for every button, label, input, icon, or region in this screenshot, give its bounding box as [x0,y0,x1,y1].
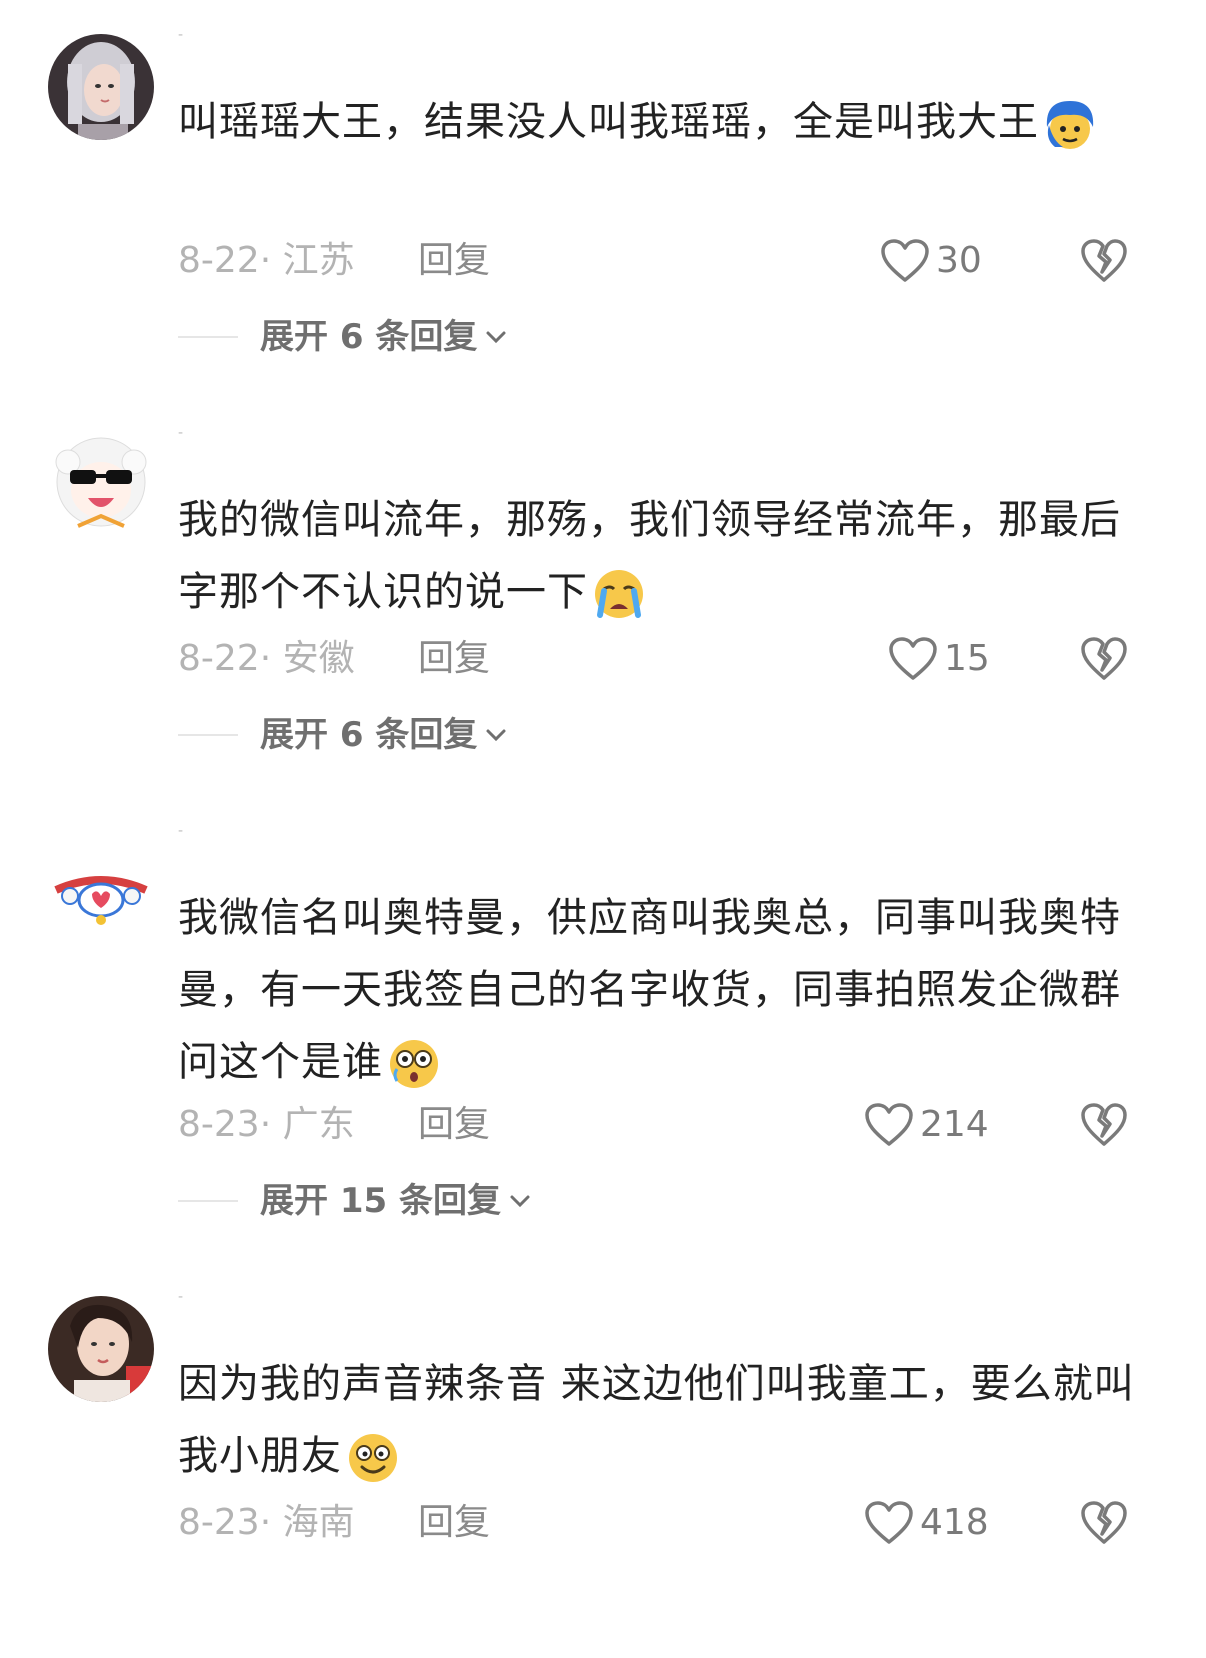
date-location: 8-22· 安徽 [178,638,355,679]
crying-face-icon [590,565,648,623]
chevron-down-icon [510,1195,530,1208]
divider [178,1200,238,1202]
like-count: 30 [936,240,982,281]
avatar[interactable] [48,432,154,538]
like-count: 214 [920,1104,989,1145]
reply-button[interactable]: 回复 [418,1100,490,1150]
comment-meta: 8-22· 安徽 回复 15 [178,634,1158,684]
comment-text: 我微信名叫奥特曼，供应商叫我奥总，同事叫我奥特曼，有一天我签自己的名字收货，同事… [178,882,1158,1098]
username[interactable]: - [178,428,198,438]
comment-meta: 8-22· 江苏 回复 30 [178,236,1158,286]
date-location: 8-22· 江苏 [178,240,355,281]
date-location: 8-23· 广东 [178,1104,355,1145]
chevron-down-icon [486,729,506,742]
expand-replies-label: 展开 6 条回复 [260,317,478,357]
reply-button[interactable]: 回复 [418,1498,490,1548]
expand-replies-button[interactable]: 展开 6 条回复 [178,312,509,362]
comment-meta: 8-23· 海南 回复 418 [178,1498,1158,1548]
username[interactable]: - [178,30,198,40]
reply-button[interactable]: 回复 [418,634,490,684]
comment-text: 因为我的声音辣条音 来这边他们叫我童工，要么就叫我小朋友 [178,1348,1158,1492]
like-count: 15 [944,638,990,679]
avatar[interactable] [48,1296,154,1402]
chevron-down-icon [486,331,506,344]
avatar[interactable] [48,830,154,936]
heart-icon [865,1501,913,1544]
dizzy-smile-face-icon [344,1429,402,1487]
expand-replies-label: 展开 15 条回复 [260,1181,501,1221]
like-button[interactable]: 418 [864,1498,989,1548]
reply-button[interactable]: 回复 [418,236,490,286]
expand-replies-label: 展开 6 条回复 [260,715,478,755]
date-location: 8-23· 海南 [178,1502,355,1543]
like-count: 418 [920,1502,989,1543]
like-button[interactable]: 214 [864,1100,989,1150]
broken-heart-icon[interactable] [1080,1102,1128,1148]
broken-heart-icon[interactable] [1080,636,1128,682]
expand-replies-button[interactable]: 展开 15 条回复 [178,1176,533,1226]
heart-icon [881,239,929,282]
comment-meta: 8-23· 广东 回复 214 [178,1100,1158,1150]
expand-replies-button[interactable]: 展开 6 条回复 [178,710,509,760]
like-button[interactable]: 15 [888,634,990,684]
comment-text: 我的微信叫流年，那殇，我们领导经常流年，那最后字那个不认识的说一下 [178,484,1158,628]
heart-icon [865,1103,913,1146]
blue-hair-emoji-icon [1041,95,1099,153]
username[interactable]: - [178,1292,198,1302]
divider [178,734,238,736]
comment-text: 叫瑶瑶大王，结果没人叫我瑶瑶，全是叫我大王 [178,86,1158,158]
avatar[interactable] [48,34,154,140]
broken-heart-icon[interactable] [1080,238,1128,284]
divider [178,336,238,338]
broken-heart-icon[interactable] [1080,1500,1128,1546]
like-button[interactable]: 30 [880,236,982,286]
heart-icon [889,637,937,680]
shocked-face-icon [385,1035,443,1093]
username[interactable]: - [178,826,198,836]
